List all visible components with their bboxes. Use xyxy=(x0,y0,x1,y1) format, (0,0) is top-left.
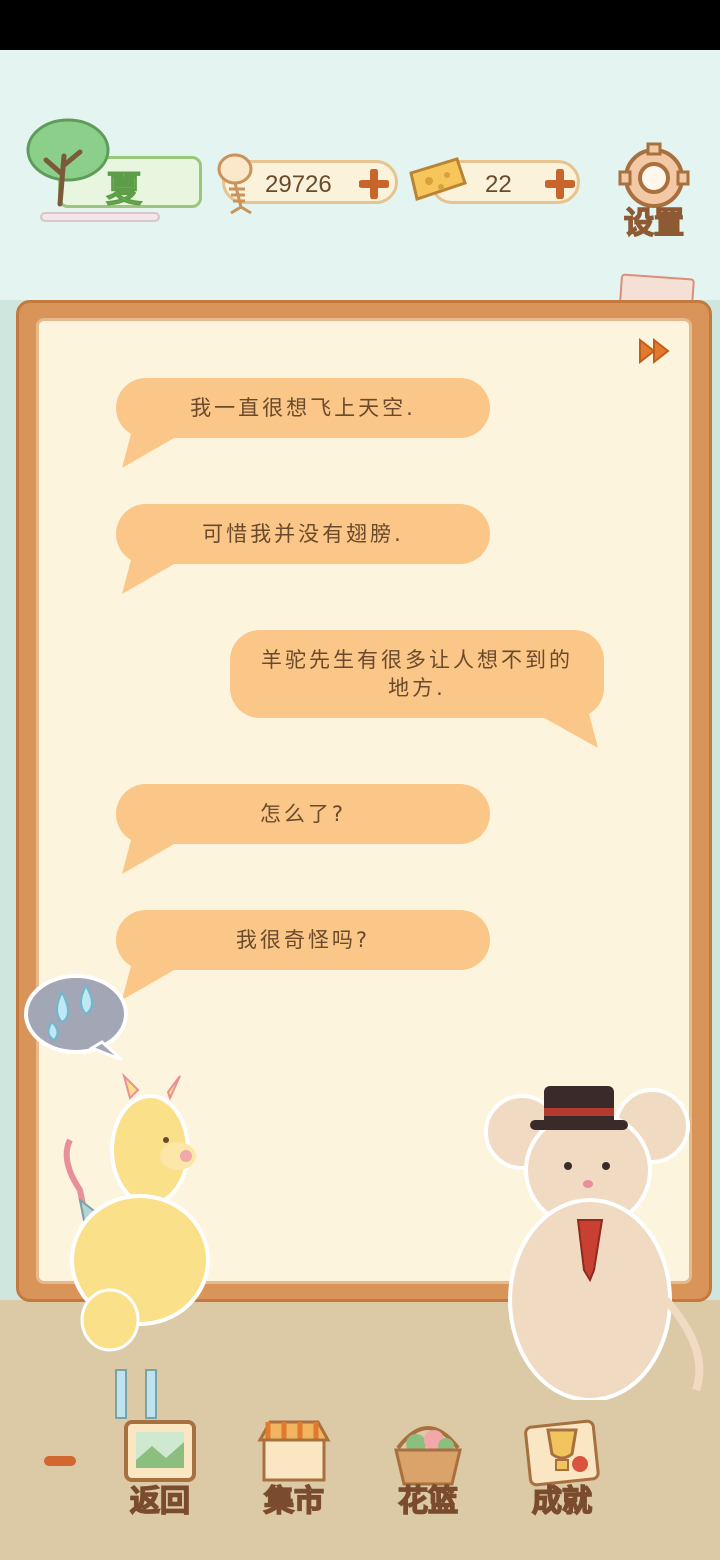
dialog-text-1: 我一直很想飞上天空. xyxy=(190,396,416,420)
back-label: 返回 xyxy=(129,1483,191,1520)
add-cheese-button[interactable] xyxy=(545,169,575,199)
sweat-drops-icon xyxy=(24,974,128,1062)
status-bar xyxy=(0,0,720,50)
mouse-character xyxy=(484,1086,704,1400)
achieve-label: 成就 xyxy=(531,1483,593,1520)
dialog-bubble-4: 怎么了? xyxy=(116,784,490,874)
dialog-bubble-5: 我很奇怪吗? xyxy=(116,910,490,1000)
cheese-count: 22 xyxy=(485,171,512,198)
back-button[interactable]: 返回 xyxy=(110,1414,210,1526)
dialog-text-5: 我很奇怪吗? xyxy=(235,928,371,952)
fish-count: 29726 xyxy=(265,171,332,198)
dialog-bubble-2: 可惜我并没有翅膀. xyxy=(116,504,490,594)
dialog-bubble-3: 羊驼先生有很多让人想不到的地方. xyxy=(230,630,604,748)
dialog-text-3: 羊驼先生有很多让人想不到的地方. xyxy=(261,648,573,700)
basket-label: 花篮 xyxy=(397,1483,459,1520)
achievements-button[interactable]: 成就 xyxy=(512,1414,612,1526)
bubble-tail xyxy=(122,556,188,594)
dialog-text-4: 怎么了? xyxy=(259,802,347,826)
bubble-tail xyxy=(122,836,188,874)
fish-bone-icon xyxy=(217,153,253,215)
bubble-tail xyxy=(530,710,598,748)
alpaca-character xyxy=(63,1072,210,1419)
market-button[interactable]: 集市 xyxy=(244,1414,344,1526)
cheese-icon xyxy=(409,157,467,201)
season-badge[interactable]: 夏 xyxy=(24,116,202,226)
bubble-tail xyxy=(122,430,188,468)
dialog-text-2: 可惜我并没有翅膀. xyxy=(202,522,404,546)
collapse-handle[interactable] xyxy=(44,1456,76,1466)
season-progress-bar xyxy=(40,212,160,222)
add-fish-button[interactable] xyxy=(359,169,389,199)
tree-icon xyxy=(26,118,110,207)
fast-forward-button[interactable] xyxy=(636,336,672,366)
settings-label: 设置 xyxy=(623,205,685,242)
fish-currency-pill: 29726 xyxy=(217,153,398,215)
flower-basket-button[interactable]: 花篮 xyxy=(378,1414,478,1526)
settings-button[interactable]: 设置 xyxy=(612,142,696,242)
season-label: 夏 xyxy=(105,169,143,211)
bubble-tail xyxy=(122,962,188,1000)
cheese-currency-pill: 22 xyxy=(409,157,580,204)
dialog-bubble-1: 我一直很想飞上天空. xyxy=(116,378,490,468)
market-label: 集市 xyxy=(263,1483,325,1520)
